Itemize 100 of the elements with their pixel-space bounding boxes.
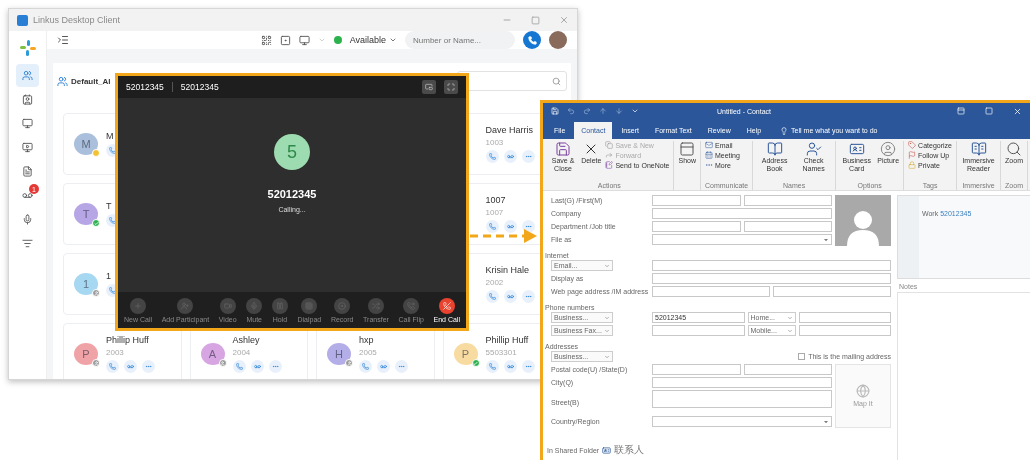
input-field[interactable]: [743, 195, 832, 206]
input-field[interactable]: [798, 325, 891, 336]
directory-title: Default_Al: [71, 76, 111, 86]
pause-icon: [275, 301, 284, 310]
input-field[interactable]: [743, 221, 832, 232]
qr-code-icon[interactable]: [260, 34, 272, 46]
voicemail-button[interactable]: [503, 150, 517, 163]
down-arrow-icon[interactable]: [615, 107, 623, 115]
presence-dropdown[interactable]: Available: [349, 35, 397, 45]
input-field[interactable]: [798, 312, 891, 323]
save-icon[interactable]: [551, 107, 559, 115]
voicemail-icon: [127, 363, 134, 370]
forward-icon: [605, 151, 614, 159]
phone-icon: [527, 35, 537, 45]
extension-number: 5503301: [485, 348, 518, 357]
undo-icon[interactable]: [567, 107, 575, 115]
search-field[interactable]: Number or Name...: [405, 31, 515, 49]
notebook-icon: [605, 161, 614, 169]
phone-icon: [109, 147, 116, 154]
input-field[interactable]: [652, 364, 741, 375]
extension-number: 2003: [106, 348, 125, 357]
input-field[interactable]: [652, 195, 741, 206]
more-icon: [705, 161, 713, 169]
video-icon: [223, 301, 232, 310]
voicemail-button[interactable]: [250, 360, 264, 373]
more-button[interactable]: [395, 360, 408, 373]
contact-folder-icon: [602, 445, 612, 455]
voicemail-icon: [253, 363, 261, 370]
voicemail-button[interactable]: [503, 290, 517, 303]
more-button[interactable]: [521, 290, 535, 303]
panel-icon: [679, 141, 696, 157]
ribbon-display-button[interactable]: [957, 107, 965, 115]
call-number-tab[interactable]: 52012345: [126, 82, 173, 92]
close-button[interactable]: [559, 15, 569, 25]
input-field[interactable]: [652, 260, 891, 271]
voicemail-button[interactable]: [124, 360, 137, 373]
more-button[interactable]: [142, 360, 155, 373]
caret-icon: [604, 262, 610, 269]
contact-avatar: M: [74, 133, 98, 155]
input-field[interactable]: [652, 325, 745, 336]
input-field[interactable]: [743, 364, 832, 375]
customize-icon[interactable]: [631, 107, 639, 115]
monitor-icon[interactable]: [298, 34, 310, 46]
more-button[interactable]: [521, 150, 535, 163]
search-icon: [552, 76, 561, 86]
call-number-tab[interactable]: 52012345: [180, 82, 227, 92]
caret-icon: [823, 418, 829, 425]
input-field[interactable]: [652, 208, 832, 219]
input-field[interactable]: [652, 221, 741, 232]
maximize-icon: [985, 107, 993, 115]
input-field[interactable]: [652, 286, 770, 297]
screen-icon[interactable]: [279, 34, 291, 46]
input-field[interactable]: [652, 273, 891, 284]
close-icon: [1013, 106, 1022, 116]
folder-name: 联系人: [614, 443, 645, 457]
maximize-button[interactable]: [531, 15, 540, 25]
checkbox[interactable]: [798, 353, 806, 361]
more-button[interactable]: [521, 220, 535, 233]
lock-icon: [908, 161, 917, 169]
picture-in-picture-button[interactable]: [422, 80, 436, 94]
voicemail-button[interactable]: [503, 220, 517, 233]
calendar-icon: [705, 151, 713, 159]
search-icon: [1006, 141, 1023, 157]
sidebar-item[interactable]: [16, 64, 39, 87]
contact-name: T: [106, 201, 113, 211]
voicemail-button[interactable]: [503, 360, 517, 373]
book-icon: [766, 141, 783, 157]
fullscreen-button[interactable]: [444, 80, 458, 94]
caret-icon: [604, 353, 610, 360]
group-icon: [57, 75, 68, 87]
menu-icon[interactable]: [57, 34, 69, 46]
more-button[interactable]: [521, 360, 535, 373]
dropdown-field[interactable]: [652, 234, 832, 245]
contact-card[interactable]: P Phillip Huff 2003: [63, 323, 182, 379]
contact-avatar: 1: [74, 273, 98, 295]
dropdown-field[interactable]: [652, 416, 832, 427]
voicemail-icon: [506, 293, 514, 300]
voicemail-icon: [506, 153, 514, 160]
avatar: [549, 31, 567, 49]
redo-icon[interactable]: [583, 107, 591, 115]
voicemail-icon: [506, 363, 514, 370]
more-button[interactable]: [268, 360, 282, 373]
input-field[interactable]: [773, 286, 891, 297]
monitor-play-icon: [22, 142, 33, 153]
input-field[interactable]: [652, 390, 832, 408]
phone-icon: [362, 363, 369, 370]
extension-number: 1007: [485, 208, 505, 217]
contact-name: 1: [106, 271, 112, 281]
microphone-icon: [250, 301, 259, 310]
status-dot: [333, 36, 342, 44]
copy-icon: [605, 141, 614, 149]
close-button[interactable]: [1013, 106, 1022, 116]
input-field[interactable]: [652, 377, 832, 388]
picture-in-picture-icon: [425, 83, 433, 91]
contact-name: Ashley: [232, 335, 261, 345]
panel-icon: [957, 107, 965, 115]
voicemail-button[interactable]: [377, 360, 390, 373]
shuffle-icon: [372, 301, 380, 310]
up-arrow-icon[interactable]: [599, 107, 607, 115]
tag-icon: [908, 141, 917, 149]
